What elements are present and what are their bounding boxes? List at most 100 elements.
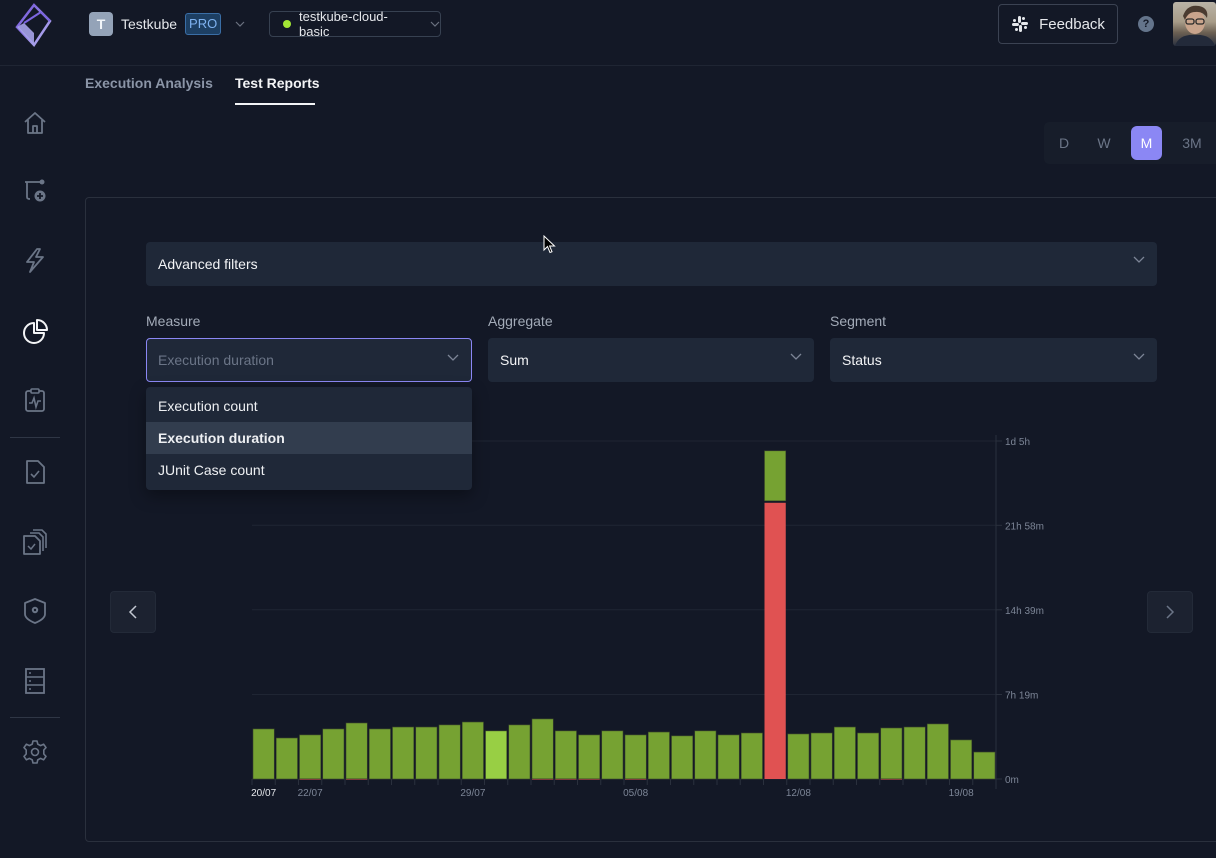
chevron-down-icon (430, 21, 440, 27)
segment-select-value: Status (842, 352, 882, 368)
bar-passed (438, 724, 461, 780)
previous-period-button[interactable] (110, 591, 156, 633)
advanced-filters-label: Advanced filters (158, 256, 258, 272)
bar-passed (740, 732, 763, 780)
environment-status-dot (283, 20, 291, 28)
y-tick-label: 21h 58m (1005, 521, 1044, 532)
bar-passed (950, 739, 973, 780)
bar-passed (299, 734, 322, 780)
home-icon (24, 112, 46, 134)
segment-select[interactable]: Status (830, 338, 1157, 382)
sidebar-divider (10, 437, 60, 438)
gear-icon (23, 740, 47, 764)
bar-passed (624, 734, 647, 780)
user-avatar[interactable] (1173, 2, 1216, 46)
environment-selector[interactable]: testkube-cloud-basic (269, 9, 441, 39)
bar-passed (578, 734, 601, 780)
period-day-button[interactable]: D (1048, 126, 1080, 160)
environment-name: testkube-cloud-basic (298, 9, 388, 39)
sidebar-item-home[interactable] (20, 108, 50, 138)
sidebar-item-storage[interactable] (20, 666, 50, 696)
y-tick-label: 0m (1005, 775, 1019, 786)
x-tick-label: 22/07 (298, 788, 323, 799)
chevron-down-icon (790, 353, 802, 360)
advanced-filters-toggle[interactable]: Advanced filters (146, 242, 1157, 286)
sidebar-item-executions[interactable] (20, 245, 50, 275)
feedback-label: Feedback (1039, 15, 1105, 33)
bar-passed (508, 724, 531, 780)
bar-passed (694, 730, 717, 780)
period-month-button[interactable]: M (1131, 126, 1162, 160)
bar-passed (857, 732, 880, 780)
user-photo (1175, 5, 1215, 46)
next-period-button[interactable] (1147, 591, 1193, 633)
bar-failed (764, 502, 786, 779)
sidebar-item-tests[interactable] (20, 457, 50, 487)
bar-passed (392, 726, 415, 780)
bar-passed (833, 726, 856, 780)
aggregate-select-value: Sum (500, 352, 529, 368)
shield-gear-icon (24, 598, 46, 624)
chevron-down-icon (1133, 256, 1145, 263)
sidebar-item-security[interactable] (20, 596, 50, 626)
sidebar-divider (10, 717, 60, 718)
measure-option-junit-case-count[interactable]: JUnit Case count (146, 454, 472, 486)
server-icon (25, 668, 45, 694)
y-tick-label: 14h 39m (1005, 606, 1044, 617)
measure-option-execution-count[interactable]: Execution count (146, 390, 472, 422)
sidebar-item-test-suites[interactable] (20, 527, 50, 557)
sidebar-item-add-test[interactable] (20, 176, 50, 206)
bar-passed (810, 732, 833, 780)
x-tick-label: 12/08 (786, 788, 811, 799)
bar-passed (787, 733, 810, 780)
bar-passed (275, 737, 298, 780)
test-add-icon (25, 179, 46, 202)
chevron-down-icon (1133, 353, 1145, 360)
chevron-right-icon (1166, 605, 1175, 619)
bar-passed (252, 728, 275, 780)
measure-option-execution-duration[interactable]: Execution duration (146, 422, 472, 454)
bar-passed (926, 723, 949, 780)
tab-test-reports[interactable]: Test Reports (235, 75, 320, 91)
testkube-logo-icon[interactable] (14, 3, 52, 47)
files-check-icon (23, 529, 47, 555)
sidebar-item-monitoring[interactable] (20, 385, 50, 415)
tab-execution-analysis[interactable]: Execution Analysis (85, 75, 213, 91)
bar-passed (647, 731, 670, 780)
sidebar (0, 67, 70, 858)
aggregate-select[interactable]: Sum (488, 338, 814, 382)
bar-passed (345, 722, 368, 780)
measure-select[interactable]: Execution duration (146, 338, 472, 382)
bar-passed (903, 726, 926, 780)
clipboard-pulse-icon (25, 388, 45, 412)
sidebar-item-analytics[interactable] (20, 316, 50, 346)
measure-dropdown-menu: Execution count Execution duration JUnit… (146, 387, 472, 490)
aggregate-label: Aggregate (488, 313, 553, 329)
bar-passed (368, 728, 391, 780)
chevron-left-icon (128, 605, 137, 619)
plan-badge: PRO (185, 13, 222, 35)
organization-switcher[interactable]: T Testkube PRO (89, 12, 245, 36)
file-check-icon (26, 460, 45, 484)
measure-select-value: Execution duration (158, 352, 274, 368)
feedback-button[interactable]: Feedback (998, 4, 1118, 44)
bar-passed (322, 728, 345, 780)
chevron-down-icon (447, 354, 459, 361)
bar-passed (880, 727, 903, 780)
period-week-button[interactable]: W (1088, 126, 1120, 160)
y-tick-label: 7h 19m (1005, 691, 1038, 702)
org-avatar: T (89, 12, 113, 36)
bar-passed (554, 730, 577, 780)
bar-passed (415, 726, 438, 780)
bar-passed (485, 730, 508, 780)
top-bar: T Testkube PRO testkube-cloud-basic Feed… (0, 0, 1216, 66)
sidebar-item-settings[interactable] (20, 737, 50, 767)
lightning-icon (26, 248, 44, 273)
bar-passed (461, 721, 484, 780)
y-tick-label: 1d 5h (1005, 437, 1030, 448)
pie-chart-icon (23, 319, 48, 344)
bar-passed (717, 734, 740, 780)
help-icon[interactable]: ? (1138, 16, 1154, 32)
period-3-months-button[interactable]: 3M (1174, 126, 1210, 160)
org-name: Testkube (121, 16, 178, 32)
